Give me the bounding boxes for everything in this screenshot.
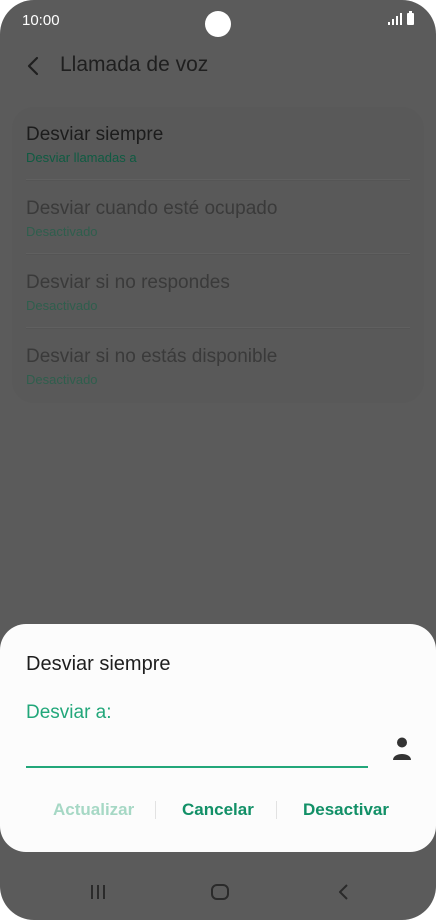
recents-icon [91,885,105,899]
action-separator [276,801,277,819]
deactivate-button[interactable]: Desactivar [303,800,389,820]
forward-dialog: Desviar siempre Desviar a: Actualizar Ca… [0,624,436,852]
action-separator [155,801,156,819]
signal-icon [388,13,402,25]
navigation-bar [0,868,436,920]
option-label: Desviar cuando esté ocupado [26,198,278,219]
app-bar: Llamada de voz [0,44,436,88]
option-always[interactable]: Desviar siempre Desviar llamadas a [12,107,424,181]
status-icons [388,11,414,25]
forward-number-field [26,732,368,768]
forward-to-label: Desviar a: [26,702,112,723]
recents-button[interactable] [88,882,108,907]
back-button[interactable] [20,52,48,80]
dialog-actions: Actualizar Cancelar Desactivar [0,796,436,826]
update-button[interactable]: Actualizar [53,800,134,820]
home-icon [211,884,229,900]
phone-screen: 10:00 Llamada de voz Desviar siempre Des… [0,0,436,920]
option-busy[interactable]: Desviar cuando esté ocupado Desactivado [12,181,424,255]
status-bar: 10:00 [0,0,436,40]
camera-cutout [205,11,231,37]
forward-number-input[interactable] [26,732,368,766]
home-button[interactable] [209,882,231,907]
chevron-left-icon [27,56,39,76]
option-label: Desviar si no respondes [26,272,230,293]
option-unreachable[interactable]: Desviar si no estás disponible Desactiva… [12,329,424,403]
contact-picker-button[interactable] [390,736,414,762]
option-sub: Desactivado [26,224,98,239]
battery-icon [407,11,414,25]
person-icon [393,737,411,760]
page-title: Llamada de voz [60,53,209,76]
option-label: Desviar si no estás disponible [26,346,278,367]
option-sub: Desactivado [26,372,98,387]
dialog-title: Desviar siempre [26,653,171,675]
back-icon [339,884,348,900]
status-time: 10:00 [22,12,60,29]
forward-options-card: Desviar siempre Desviar llamadas a Desvi… [12,107,424,403]
option-sub: Desactivado [26,298,98,313]
option-sub: Desviar llamadas a [26,150,137,165]
nav-back-button[interactable] [334,882,354,907]
cancel-button[interactable]: Cancelar [182,800,254,820]
option-no-answer[interactable]: Desviar si no respondes Desactivado [12,255,424,329]
option-label: Desviar siempre [26,124,164,145]
